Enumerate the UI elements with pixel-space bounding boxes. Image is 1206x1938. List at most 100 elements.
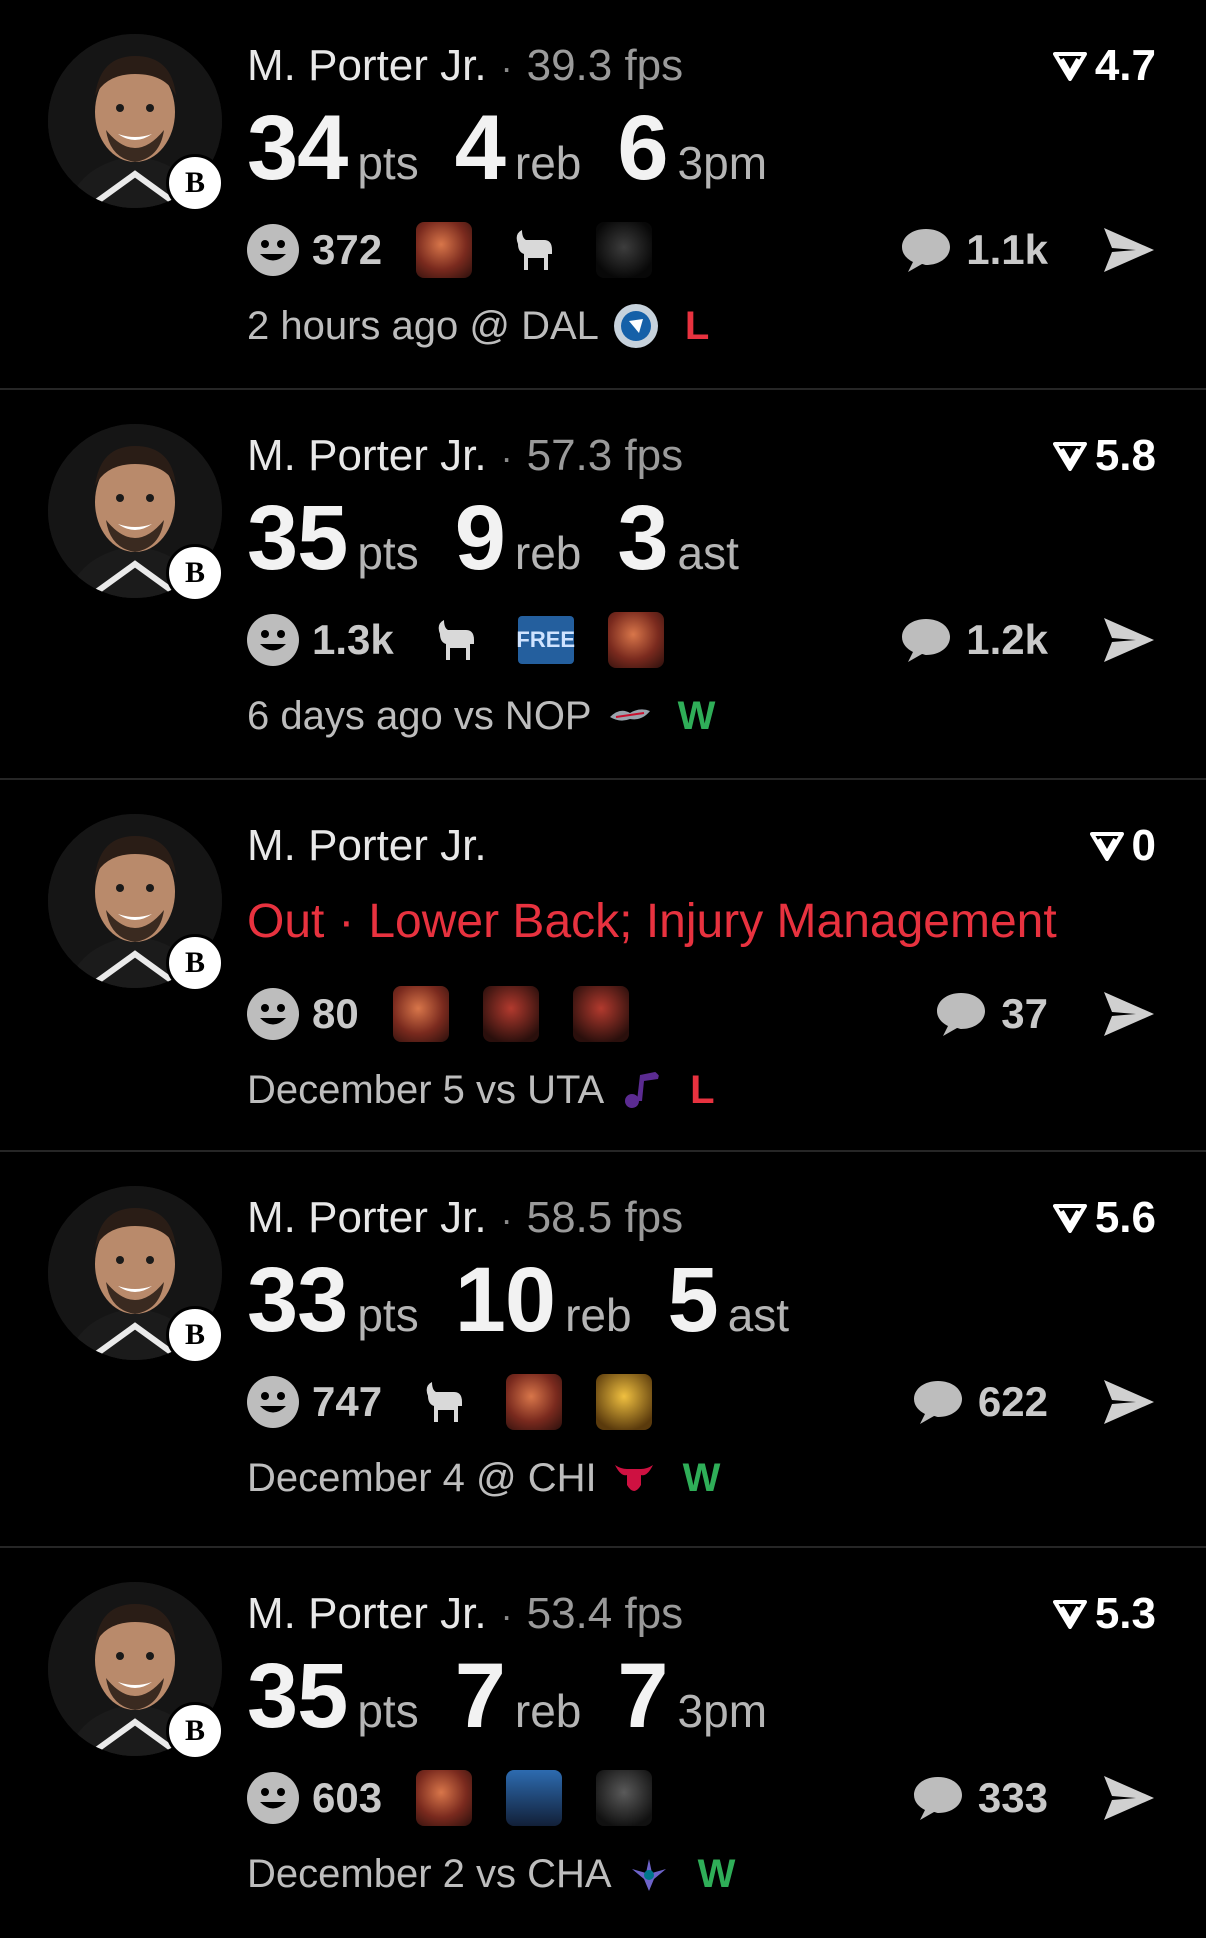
game-info[interactable]: 6 days ago vs NOP W <box>247 688 715 744</box>
goat-icon[interactable] <box>416 1374 472 1430</box>
fantasy-points: 58.5 fps <box>526 1193 684 1242</box>
feed-card[interactable]: B M. Porter Jr. · 53.4 fps 5.3 35 pts 7 reb … <box>0 1548 1206 1938</box>
paper-plane-icon[interactable] <box>1100 1770 1158 1826</box>
player-header: M. Porter Jr. <box>247 818 487 874</box>
comments-button[interactable]: 333 <box>910 1768 1048 1828</box>
reactions-row[interactable]: 603 <box>246 1768 686 1828</box>
comment-count: 1.2k <box>966 616 1048 663</box>
smile-icon[interactable] <box>246 1771 300 1825</box>
smile-icon[interactable] <box>246 1375 300 1429</box>
fire-player-reaction-icon[interactable] <box>392 986 449 1042</box>
player-name[interactable]: M. Porter Jr. <box>247 821 487 870</box>
comment-count: 622 <box>977 1378 1048 1425</box>
game-result: L <box>690 1068 715 1112</box>
bulls-logo-icon <box>614 1465 653 1491</box>
nets-jersey-icon[interactable] <box>596 222 653 278</box>
rating-v-icon <box>1052 1204 1087 1233</box>
chat-bubble-icon <box>902 619 951 662</box>
feed-card[interactable]: B M. Porter Jr. · 39.3 fps 4.7 34 pts 4 reb … <box>0 0 1206 390</box>
fire-player-reaction-icon[interactable] <box>416 1770 473 1826</box>
stat-line: 35 pts 9 reb 3 ast <box>247 488 775 588</box>
comments-button[interactable]: 1.1k <box>898 220 1048 280</box>
game-info[interactable]: December 5 vs UTA L <box>247 1062 715 1118</box>
player-celebration-reaction-icon[interactable] <box>596 1770 653 1826</box>
rating-v-icon <box>1052 52 1087 81</box>
sitting-person-reaction-icon[interactable] <box>506 1770 563 1826</box>
comment-count: 333 <box>977 1774 1048 1821</box>
game-info[interactable]: 2 hours ago @ DAL L <box>247 298 709 354</box>
fire-player-reaction-icon[interactable] <box>416 222 473 278</box>
stat-points: 34 pts <box>247 97 419 199</box>
rating[interactable]: 5.8 <box>1052 428 1156 484</box>
fire-player-reaction-icon[interactable] <box>506 1374 563 1430</box>
feed-card[interactable]: B M. Porter Jr. 0 Out · Lower Back; Injury… <box>0 780 1206 1152</box>
comments-button[interactable]: 622 <box>910 1372 1048 1432</box>
paper-plane-icon[interactable] <box>1100 986 1158 1042</box>
fantasy-points: 57.3 fps <box>526 431 684 480</box>
reactions-row[interactable]: 372 <box>246 220 686 280</box>
player-name[interactable]: M. Porter Jr. <box>247 41 487 90</box>
stat-points: 33 pts <box>247 1249 419 1351</box>
rating-v-icon <box>1052 1600 1087 1629</box>
feed-card[interactable]: B M. Porter Jr. · 57.3 fps 5.8 35 pts 9 reb … <box>0 390 1206 780</box>
stat-assists: 5 ast <box>667 1249 790 1351</box>
smile-icon[interactable] <box>246 613 300 667</box>
paper-plane-icon[interactable] <box>1100 612 1158 668</box>
rating-v-icon <box>1089 832 1124 861</box>
chat-bubble-icon <box>937 993 986 1036</box>
injury-description: Lower Back; Injury Management <box>368 895 1057 948</box>
stat-line: 35 pts 7 reb 7 3pm <box>247 1646 803 1746</box>
game-info[interactable]: December 4 @ CHI W <box>247 1450 720 1506</box>
separator-dot: · <box>338 895 355 948</box>
person-reaction-icon[interactable] <box>482 986 539 1042</box>
stat-rebounds: 7 reb <box>454 1645 582 1747</box>
goat-icon[interactable] <box>428 612 484 668</box>
nets-logo-icon: B <box>166 154 224 212</box>
feed-card[interactable]: B M. Porter Jr. · 58.5 fps 5.6 33 pts 10 reb… <box>0 1152 1206 1548</box>
nets-logo-icon: B <box>166 934 224 992</box>
player-header: M. Porter Jr. · 57.3 fps <box>247 428 683 486</box>
nets-logo-icon: B <box>166 544 224 602</box>
shocked-person-reaction-icon[interactable] <box>596 1374 653 1430</box>
stat-line: 34 pts 4 reb 6 3pm <box>247 98 803 198</box>
rating-value: 4.7 <box>1094 41 1156 90</box>
stat-points: 35 pts <box>247 487 419 589</box>
rating-value: 5.8 <box>1094 431 1156 480</box>
game-time: December 5 vs UTA <box>247 1068 605 1112</box>
stat-threes: 7 3pm <box>617 1645 768 1747</box>
game-result: W <box>682 1456 721 1500</box>
player-name[interactable]: M. Porter Jr. <box>247 1193 487 1242</box>
fire-player-reaction-icon[interactable] <box>607 612 664 668</box>
smile-icon[interactable] <box>246 987 300 1041</box>
paper-plane-icon[interactable] <box>1100 222 1158 278</box>
game-info[interactable]: December 2 vs CHA W <box>247 1846 735 1902</box>
chat-bubble-icon <box>913 1777 962 1820</box>
paper-plane-icon[interactable] <box>1100 1374 1158 1430</box>
smile-icon[interactable] <box>246 223 300 277</box>
rating[interactable]: 5.6 <box>1052 1190 1156 1246</box>
hornets-logo-icon <box>631 1859 666 1891</box>
game-time: December 2 vs CHA <box>247 1852 612 1896</box>
person-lying-reaction-icon[interactable] <box>572 986 629 1042</box>
free-badge-icon[interactable]: FREE <box>516 616 575 664</box>
player-name[interactable]: M. Porter Jr. <box>247 1589 487 1638</box>
jazz-logo-icon <box>625 1071 661 1108</box>
reactions-row[interactable]: 80 <box>246 984 663 1044</box>
nets-logo-icon: B <box>166 1306 224 1364</box>
player-header: M. Porter Jr. · 58.5 fps <box>247 1190 683 1248</box>
comments-button[interactable]: 1.2k <box>898 610 1048 670</box>
goat-icon[interactable] <box>506 222 562 278</box>
stat-threes: 6 3pm <box>617 97 768 199</box>
stat-rebounds: 4 reb <box>454 97 582 199</box>
reactions-row[interactable]: 747 <box>246 1372 686 1432</box>
reactions-row[interactable]: 1.3k FREE <box>246 610 698 670</box>
rating[interactable]: 4.7 <box>1052 38 1156 94</box>
separator-dot: · <box>500 437 513 478</box>
rating[interactable]: 0 <box>1089 818 1156 874</box>
stat-points: 35 pts <box>247 1645 419 1747</box>
rating[interactable]: 5.3 <box>1052 1586 1156 1642</box>
reaction-count: 747 <box>312 1378 383 1425</box>
player-feed: B M. Porter Jr. · 39.3 fps 4.7 34 pts 4 reb … <box>0 0 1206 1938</box>
comments-button[interactable]: 37 <box>933 984 1048 1044</box>
player-name[interactable]: M. Porter Jr. <box>247 431 487 480</box>
